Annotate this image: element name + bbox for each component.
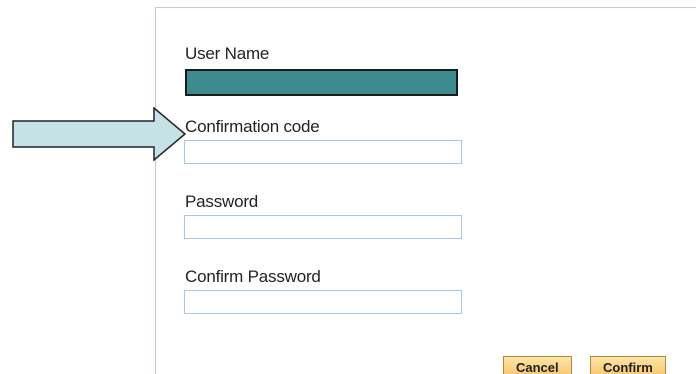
confirm-password-label: Confirm Password [185, 267, 321, 286]
annotation-arrow-icon [12, 107, 187, 161]
user-name-label: User Name [185, 44, 270, 63]
password-input[interactable] [184, 215, 462, 239]
confirmation-code-label: Confirmation code [185, 117, 320, 136]
cancel-button[interactable]: Cancel [503, 356, 572, 374]
password-label: Password [185, 192, 259, 211]
confirm-button[interactable]: Confirm [590, 356, 666, 374]
confirmation-code-input[interactable] [184, 140, 462, 164]
user-name-redacted-value [185, 69, 458, 96]
confirm-password-input[interactable] [184, 290, 462, 314]
page: User Name Confirmation code Password Con… [0, 0, 696, 374]
